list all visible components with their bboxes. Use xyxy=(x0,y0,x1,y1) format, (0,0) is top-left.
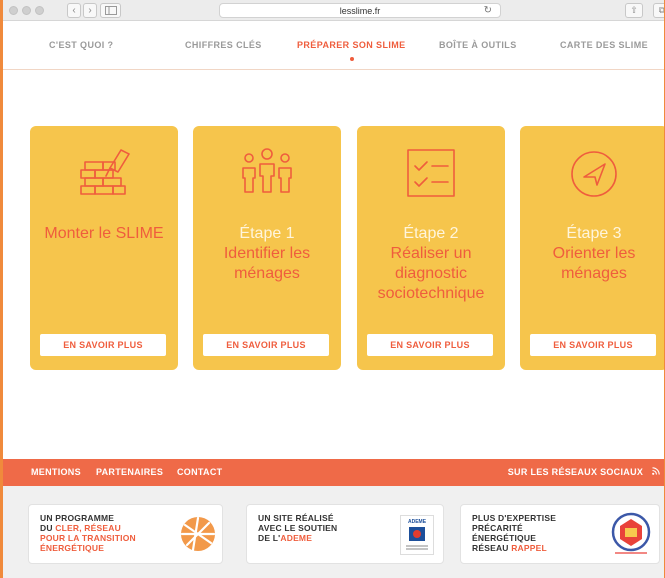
partner-text: UN PROGRAMME DU CLER, RÉSEAU POUR LA TRA… xyxy=(40,513,136,553)
en-savoir-plus-button[interactable]: EN SAVOIR PLUS xyxy=(367,334,493,356)
partner-highlight: POUR LA TRANSITION xyxy=(40,533,136,543)
share-icon: ⇧ xyxy=(630,5,638,15)
en-savoir-plus-button[interactable]: EN SAVOIR PLUS xyxy=(530,334,656,356)
partner-card-ademe[interactable]: UN SITE RÉALISÉ AVEC LE SOUTIEN DE L'ADE… xyxy=(246,504,444,564)
active-nav-indicator xyxy=(350,57,354,61)
chevron-right-icon: › xyxy=(88,5,92,16)
partner-line: RÉSEAU RAPPEL xyxy=(472,543,556,553)
people-icon xyxy=(242,148,292,193)
partner-highlight: CLER, RÉSEAU xyxy=(55,523,121,533)
footer-link-mentions[interactable]: MENTIONS xyxy=(31,467,81,477)
maximize-window-button[interactable] xyxy=(35,6,44,15)
card-title: Monter le SLIME xyxy=(34,224,174,244)
footer-link-contact[interactable]: CONTACT xyxy=(177,467,222,477)
nav-item-boite-a-outils[interactable]: BOÎTE À OUTILS xyxy=(439,40,517,50)
partner-text: UN SITE RÉALISÉ AVEC LE SOUTIEN DE L'ADE… xyxy=(258,513,337,543)
sidebar-icon xyxy=(104,6,117,15)
footer-link-partenaires[interactable]: PARTENAIRES xyxy=(96,467,163,477)
social-networks-link[interactable]: SUR LES RÉSEAUX SOCIAUX xyxy=(508,467,660,477)
page: ‹ › lesslime.fr ↻ ⇧ ⧉ C'EST QUOI ? CHIFF… xyxy=(0,0,665,578)
ademe-logo: ADEME xyxy=(400,515,434,555)
reload-icon[interactable]: ↻ xyxy=(484,4,492,18)
site-navigation: C'EST QUOI ? CHIFFRES CLÉS PRÉPARER SON … xyxy=(3,22,664,70)
card-step-label: Étape 2 xyxy=(403,225,459,242)
chevron-left-icon: ‹ xyxy=(72,5,76,16)
partner-line: ÉNERGÉTIQUE xyxy=(472,533,537,543)
card-etape-3: Étape 3 Orienter les ménages EN SAVOIR P… xyxy=(520,126,664,370)
card-monter-le-slime: Monter le SLIME EN SAVOIR PLUS xyxy=(30,126,178,370)
partner-highlight: ADEME xyxy=(280,533,313,543)
tabs-button[interactable]: ⧉ xyxy=(653,3,665,18)
partner-card-cler[interactable]: UN PROGRAMME DU CLER, RÉSEAU POUR LA TRA… xyxy=(28,504,223,564)
partner-line-prefix: RÉSEAU xyxy=(472,543,512,553)
card-etape-2: Étape 2 Réaliser un diagnostic sociotech… xyxy=(357,126,505,370)
minimize-window-button[interactable] xyxy=(22,6,31,15)
partner-text: PLUS D'EXPERTISE PRÉCARITÉ ÉNERGÉTIQUE R… xyxy=(472,513,556,553)
partner-line: AVEC LE SOUTIEN xyxy=(258,523,338,533)
nav-item-cest-quoi[interactable]: C'EST QUOI ? xyxy=(49,40,113,50)
checklist-icon xyxy=(407,149,455,197)
partner-line-prefix: DU xyxy=(40,523,56,533)
rappel-logo xyxy=(611,512,651,554)
en-savoir-plus-button[interactable]: EN SAVOIR PLUS xyxy=(40,334,166,356)
card-title: Étape 1 Identifier les ménages xyxy=(197,224,337,284)
tabs-icon: ⧉ xyxy=(658,5,665,15)
en-savoir-plus-button[interactable]: EN SAVOIR PLUS xyxy=(203,334,329,356)
partner-highlight: ÉNERGÉTIQUE xyxy=(40,543,105,553)
card-title: Étape 3 Orienter les ménages xyxy=(524,224,664,284)
partner-line: DU CLER, RÉSEAU xyxy=(40,523,136,533)
social-networks-label: SUR LES RÉSEAUX SOCIAUX xyxy=(507,467,644,477)
partner-card-rappel[interactable]: PLUS D'EXPERTISE PRÉCARITÉ ÉNERGÉTIQUE R… xyxy=(460,504,660,564)
nav-item-carte-des-slime[interactable]: CARTE DES SLIME xyxy=(560,40,648,50)
card-heading: Réaliser un diagnostic sociotechnique xyxy=(377,245,485,302)
brick-trowel-icon xyxy=(80,149,130,195)
partner-line-prefix: DE L' xyxy=(258,533,281,543)
address-bar[interactable]: lesslime.fr ↻ xyxy=(219,3,501,18)
back-button[interactable]: ‹ xyxy=(67,3,81,18)
cler-logo xyxy=(180,516,216,552)
partner-line: UN SITE RÉALISÉ xyxy=(258,513,334,523)
partner-line: PRÉCARITÉ xyxy=(472,523,523,533)
partner-line: DE L'ADEME xyxy=(258,533,337,543)
card-heading: Orienter les ménages xyxy=(552,245,636,282)
forward-button[interactable]: › xyxy=(83,3,97,18)
card-etape-1: Étape 1 Identifier les ménages EN SAVOIR… xyxy=(193,126,341,370)
card-step-label: Étape 1 xyxy=(239,225,295,242)
ademe-logo-caption: ADEME xyxy=(408,519,427,525)
footer-bar: MENTIONS PARTENAIRES CONTACT SUR LES RÉS… xyxy=(3,459,664,486)
card-step-label: Étape 3 xyxy=(566,225,622,242)
rss-icon xyxy=(652,467,660,475)
close-window-button[interactable] xyxy=(9,6,18,15)
url-text: lesslime.fr xyxy=(339,6,381,16)
sidebar-toggle-button[interactable] xyxy=(100,3,121,18)
browser-toolbar: ‹ › lesslime.fr ↻ ⇧ ⧉ xyxy=(3,0,665,21)
card-heading: Identifier les ménages xyxy=(223,245,311,282)
card-title: Étape 2 Réaliser un diagnostic sociotech… xyxy=(361,224,501,304)
partner-line: UN PROGRAMME xyxy=(40,513,115,523)
partner-line: PLUS D'EXPERTISE xyxy=(472,513,557,523)
nav-item-chiffres-cles[interactable]: CHIFFRES CLÉS xyxy=(185,40,262,50)
share-button[interactable]: ⇧ xyxy=(625,3,643,18)
nav-item-preparer-son-slime[interactable]: PRÉPARER SON SLIME xyxy=(297,40,406,50)
partner-highlight: RAPPEL xyxy=(511,543,547,553)
compass-arrow-icon xyxy=(571,151,617,197)
card-heading: Monter le SLIME xyxy=(44,225,164,242)
